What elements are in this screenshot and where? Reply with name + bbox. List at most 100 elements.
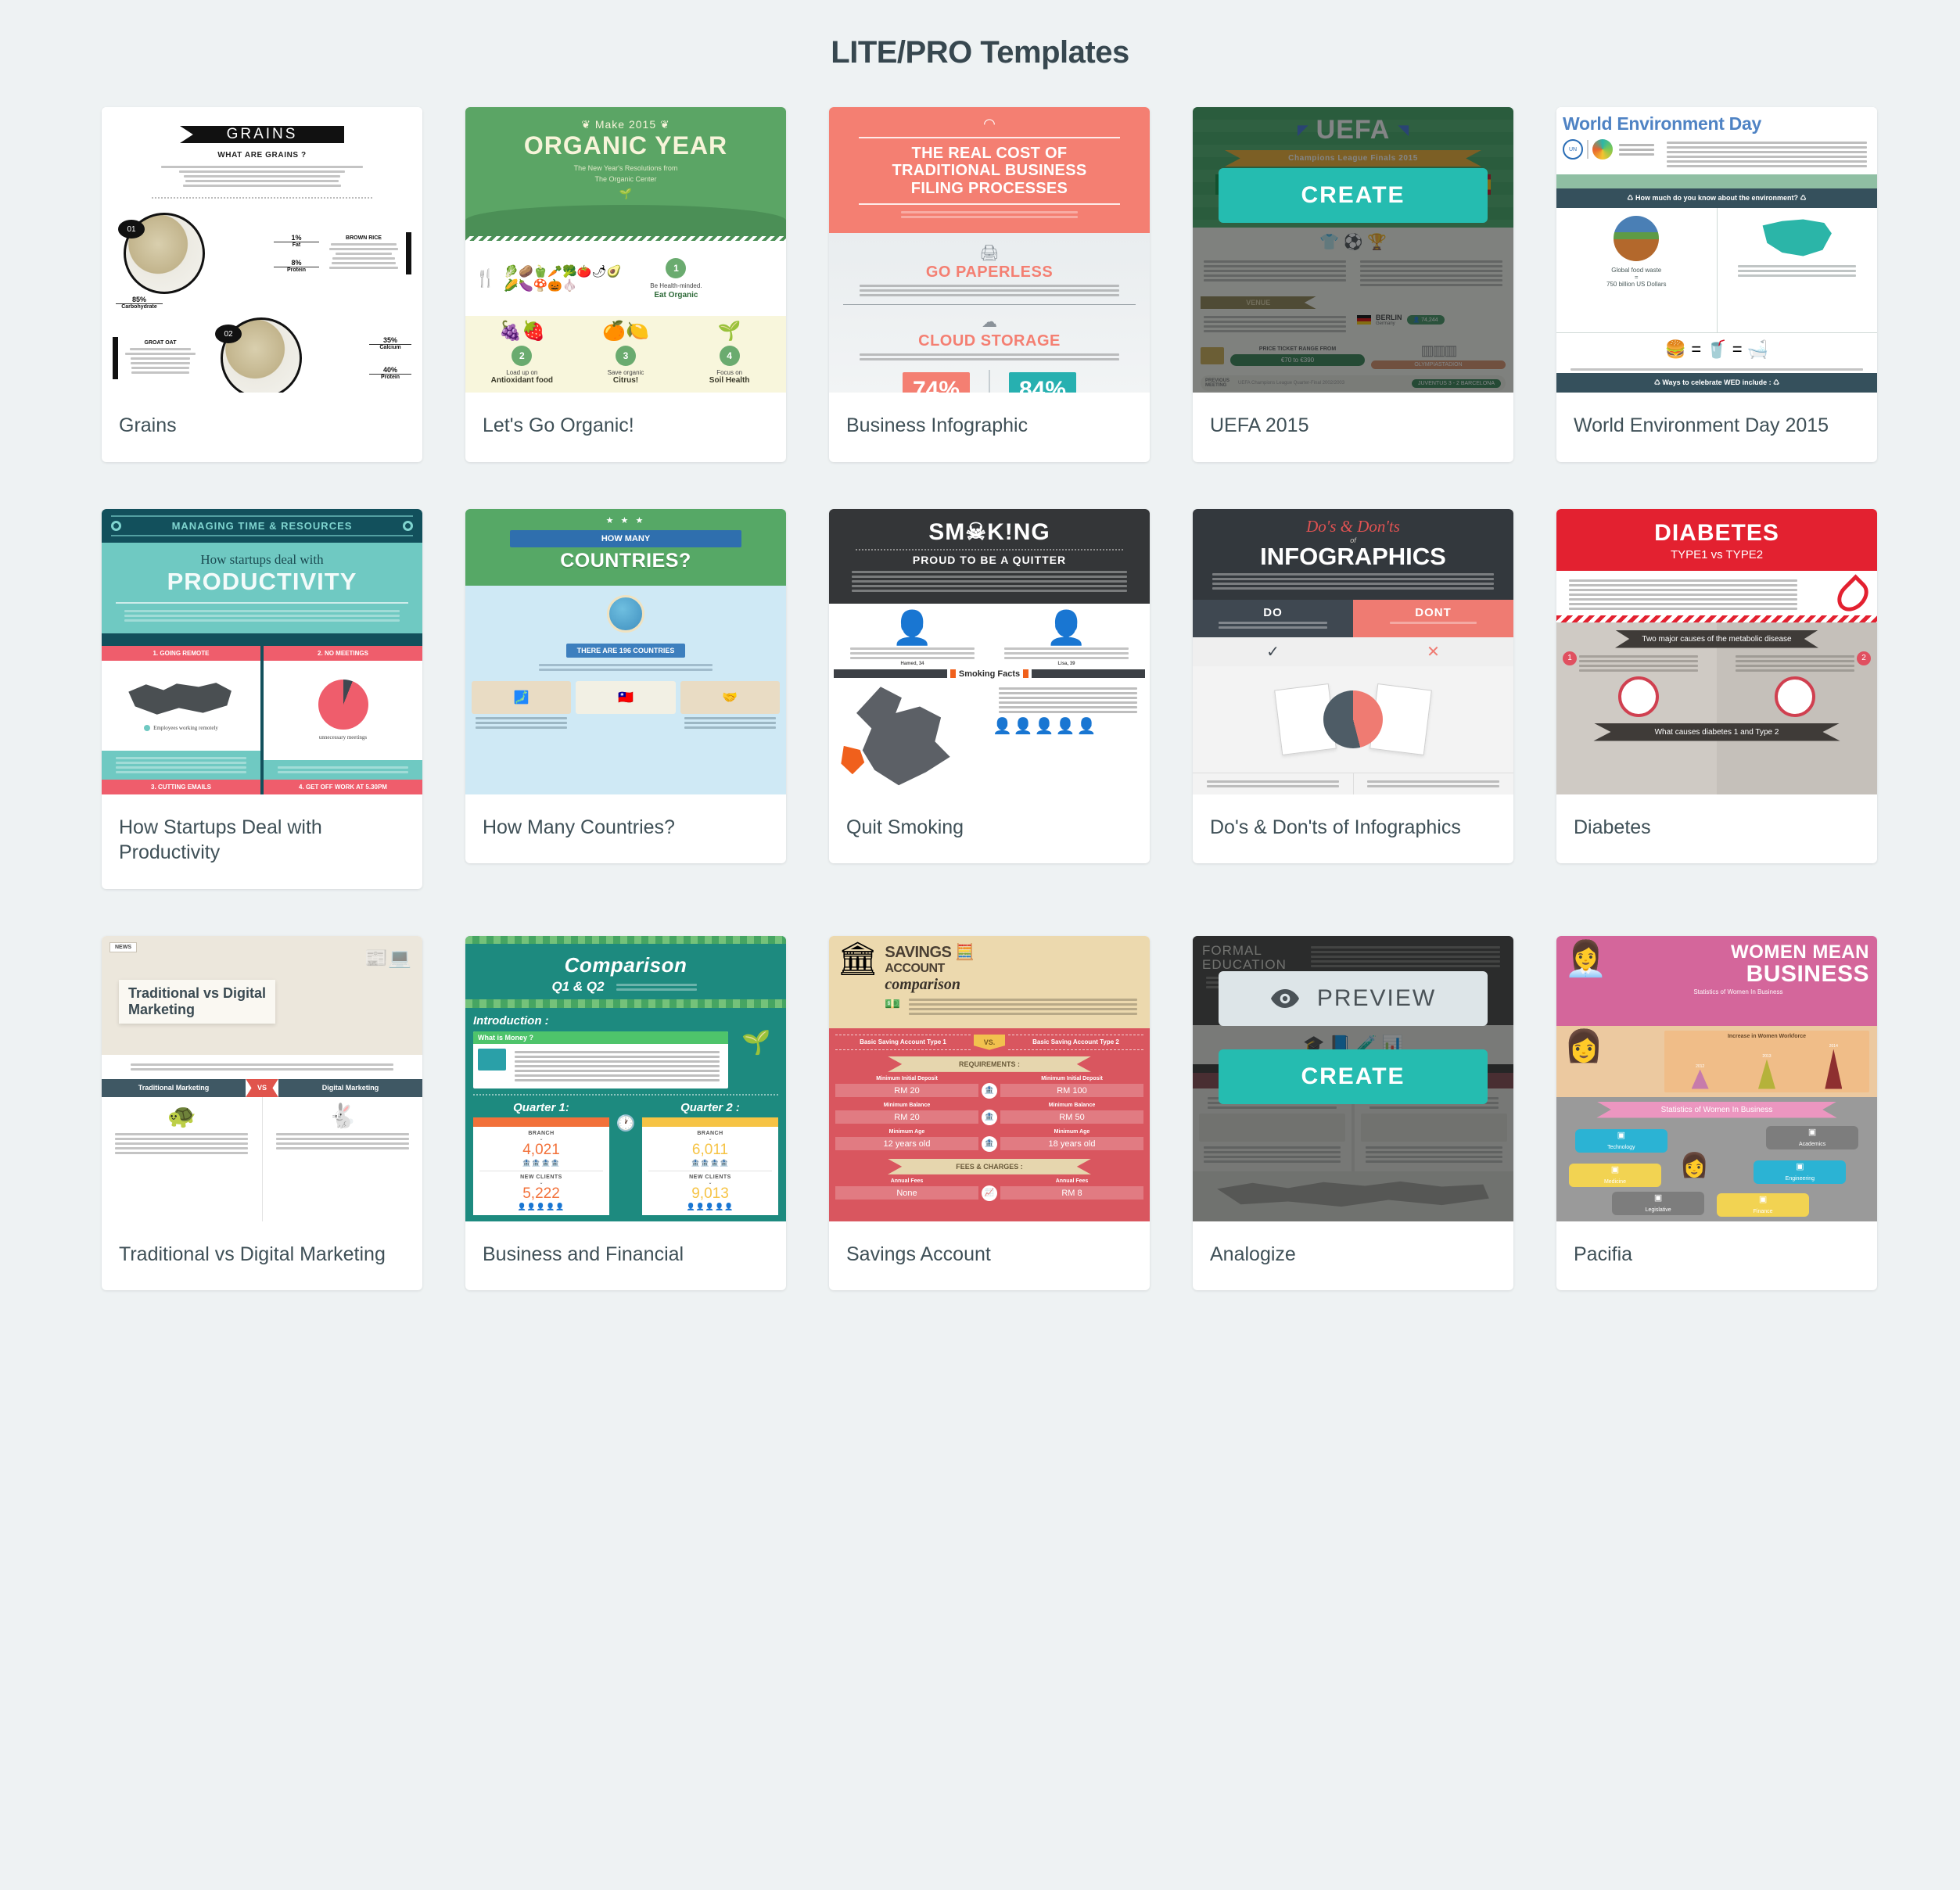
row-value-right: 18 years old (1000, 1137, 1143, 1150)
template-card-business-infographic[interactable]: ◠ THE REAL COST OF TRADITIONAL BUSINESS FIL… (829, 107, 1150, 462)
placeholder-text-line (276, 1133, 409, 1135)
placeholder-text-line (115, 1142, 248, 1145)
template-card-how-startups-deal-with-productivity[interactable]: MANAGING TIME & RESOURCES How startups de… (102, 509, 422, 889)
thumb-title: WOMEN MEAN BUSINESS Statistics of Women In… (1607, 942, 1869, 996)
thumb-header: ★ ★ ★ HOW MANY COUNTRIES? (465, 509, 786, 586)
row-value-left: RM 20 (835, 1084, 978, 1097)
create-button[interactable]: CREATE (1219, 1049, 1488, 1104)
placeholder-text-line (515, 1065, 719, 1067)
template-card-savings-account[interactable]: 🏛 SAVINGS 🧮 ACCOUNT comparison 💵 Basic Saving… (829, 936, 1150, 1291)
template-thumbnail: DIABETES TYPE1 vs TYPE2 Two major causes o… (1556, 509, 1877, 794)
create-button[interactable]: CREATE (1219, 168, 1488, 223)
cause-number: 2 (1857, 651, 1871, 665)
placeholder-text-line (332, 262, 395, 264)
tip-card: 2. NO MEETINGS unnecessary meetings 4. GET… (264, 646, 422, 794)
template-card-traditional-vs-digital-marketing[interactable]: NEWS 📰💻 Traditional vs Digital Marketing Tra… (102, 936, 422, 1291)
row-value-left: 12 years old (835, 1137, 978, 1150)
placeholder-text-line (909, 999, 1137, 1001)
tip-2: 🍇🍓 2 Load up on Antioxidant food (478, 322, 565, 385)
thumb-intro (1564, 579, 1802, 610)
placeholder-text-line (1367, 785, 1499, 787)
template-card-quit-smoking[interactable]: SM☠K!NG PROUD TO BE A QUITTER 👤 Hamed, 34 👤 L… (829, 509, 1150, 864)
placeholder-text-line (515, 1056, 719, 1058)
preview-button[interactable]: PREVIEW (1219, 971, 1488, 1026)
thumb-body: THERE ARE 196 COUNTRIES 🗾 🇹🇼 🤝 (465, 586, 786, 794)
placeholder-text-line (1738, 270, 1856, 272)
template-card-business-and-financial[interactable]: Comparison Q1 & Q2 Introduction : What is M… (465, 936, 786, 1291)
bar: 2013 (1758, 1054, 1775, 1089)
placeholder-text-line (515, 1074, 719, 1077)
template-thumbnail: ★ ★ ★ HOW MANY COUNTRIES? THERE ARE 196 COU… (465, 509, 786, 794)
step-number: 1 (666, 258, 686, 278)
placeholder-text-line (860, 285, 1120, 287)
branch-value: 6,011 (642, 1142, 778, 1159)
thumb-intro (113, 610, 411, 622)
comparison-panel: 🐢 (102, 1097, 263, 1221)
step-number: 4 (720, 346, 740, 366)
template-card-pacifia[interactable]: 👩‍💼 WOMEN MEAN BUSINESS Statistics of Women… (1556, 936, 1877, 1291)
placeholder-text-line (515, 1079, 719, 1081)
template-label: Let's Go Organic! (465, 393, 786, 462)
thumb-title: PRODUCTIVITY (113, 568, 411, 596)
template-card-grains[interactable]: GRAINS WHAT ARE GRAINS ? 01 1% Fat 8% Protein B… (102, 107, 422, 462)
placeholder-text-line (116, 766, 246, 769)
thumb-header: NEWS 📰💻 Traditional vs Digital Marketing (102, 936, 422, 1055)
template-card-analogize[interactable]: FORMALEDUCATION🎓 📘 🧪 📊Tertiary Education… (1193, 936, 1513, 1291)
template-thumbnail: Comparison Q1 & Q2 Introduction : What is M… (465, 936, 786, 1221)
template-card-dos-and-donts-of-infographics[interactable]: Do's & Don'ts of INFOGRAPHICS DO DONT ✓ ✕ Do's … (1193, 509, 1513, 864)
placeholder-text-line (183, 185, 341, 187)
comparison-body: Basic Saving Account Type 1 VS. Basic Savi… (829, 1028, 1150, 1221)
thumb-header: Do's & Don'ts of INFOGRAPHICS (1193, 509, 1513, 600)
quote: 👤 Lisa, 39 (989, 611, 1143, 666)
section-heading: CLOUD STORAGE (837, 332, 1142, 350)
placeholder-text-line (852, 576, 1126, 578)
placeholder-text-line (1667, 160, 1866, 163)
placeholder-text-line (999, 706, 1138, 708)
thumb-header: SM☠K!NG PROUD TO BE A QUITTER (829, 509, 1150, 604)
stat-value: 74% (903, 372, 970, 393)
tip-1: 1 Be Health-minded. Eat Organic (629, 258, 723, 299)
placeholder-text-line (124, 619, 399, 622)
placeholder-text-line (1212, 578, 1493, 580)
placeholder-text-line (476, 717, 567, 719)
template-card-world-environment-day-2015[interactable]: World Environment Day UN ♺ How much do you… (1556, 107, 1877, 462)
template-thumbnail: Do's & Don'ts of INFOGRAPHICS DO DONT ✓ ✕ (1193, 509, 1513, 794)
placeholder-text-line (124, 610, 399, 612)
placeholder-text-line (852, 580, 1126, 583)
placeholder-text-line (1219, 622, 1327, 624)
fact-right (1718, 208, 1878, 332)
placeholder-text-line (1212, 583, 1493, 585)
stat: 35% Calcium (310, 336, 411, 350)
thumb-footer: What causes diabetes 1 and Type 2 (1593, 723, 1840, 741)
quarter-column: Quarter 2 : BRANCH ⌄ 6,011 🏦🏦🏦🏦 NEW CLIENTS ⌄ 9… (642, 1101, 778, 1215)
placeholder-text-line (909, 1008, 1137, 1010)
placeholder-text-line (115, 1147, 248, 1149)
bar: 2014 (1825, 1044, 1842, 1089)
cause: 2 (1719, 653, 1871, 717)
step-number: 02 (215, 325, 242, 343)
placeholder-text-line (332, 257, 394, 260)
template-thumbnail: GRAINS WHAT ARE GRAINS ? 01 1% Fat 8% Protein B… (102, 107, 422, 393)
template-card-lets-go-organic[interactable]: ❦ Make 2015 ❦ ORGANIC YEAR The New Year's … (465, 107, 786, 462)
placeholder-text-line (1212, 573, 1493, 576)
template-card-uefa-2015[interactable]: ◤UEFA◥Champions League Finals 2015JUVENT… (1193, 107, 1513, 462)
placeholder-text-line (115, 1152, 248, 1154)
placeholder-text-line (1004, 652, 1129, 655)
placeholder-text-line (999, 697, 1138, 699)
tip-heading: 4. GET OFF WORK AT 5.30PM (264, 780, 422, 794)
placeholder-text-line (909, 1013, 1137, 1015)
section-banner: REQUIREMENTS : (888, 1056, 1091, 1072)
placeholder-text-line (684, 717, 776, 719)
quote: 👤 Hamed, 34 (835, 611, 989, 666)
hover-overlay: PREVIEW CREATE (1193, 936, 1513, 1221)
template-card-how-many-countries[interactable]: ★ ★ ★ HOW MANY COUNTRIES? THERE ARE 196 COU… (465, 509, 786, 864)
template-card-diabetes[interactable]: DIABETES TYPE1 vs TYPE2 Two major causes o… (1556, 509, 1877, 864)
placeholder-text-line (684, 726, 776, 729)
hover-overlay: CREATE (1193, 107, 1513, 393)
placeholder-text-line (1004, 647, 1129, 650)
cause-number: 1 (1563, 651, 1577, 665)
intro-card: What is Money ? (473, 1031, 728, 1088)
template-label: Do's & Don'ts of Infographics (1193, 794, 1513, 864)
thumb-title: DIABETES (1564, 520, 1869, 547)
placeholder-text-line (115, 1138, 248, 1140)
